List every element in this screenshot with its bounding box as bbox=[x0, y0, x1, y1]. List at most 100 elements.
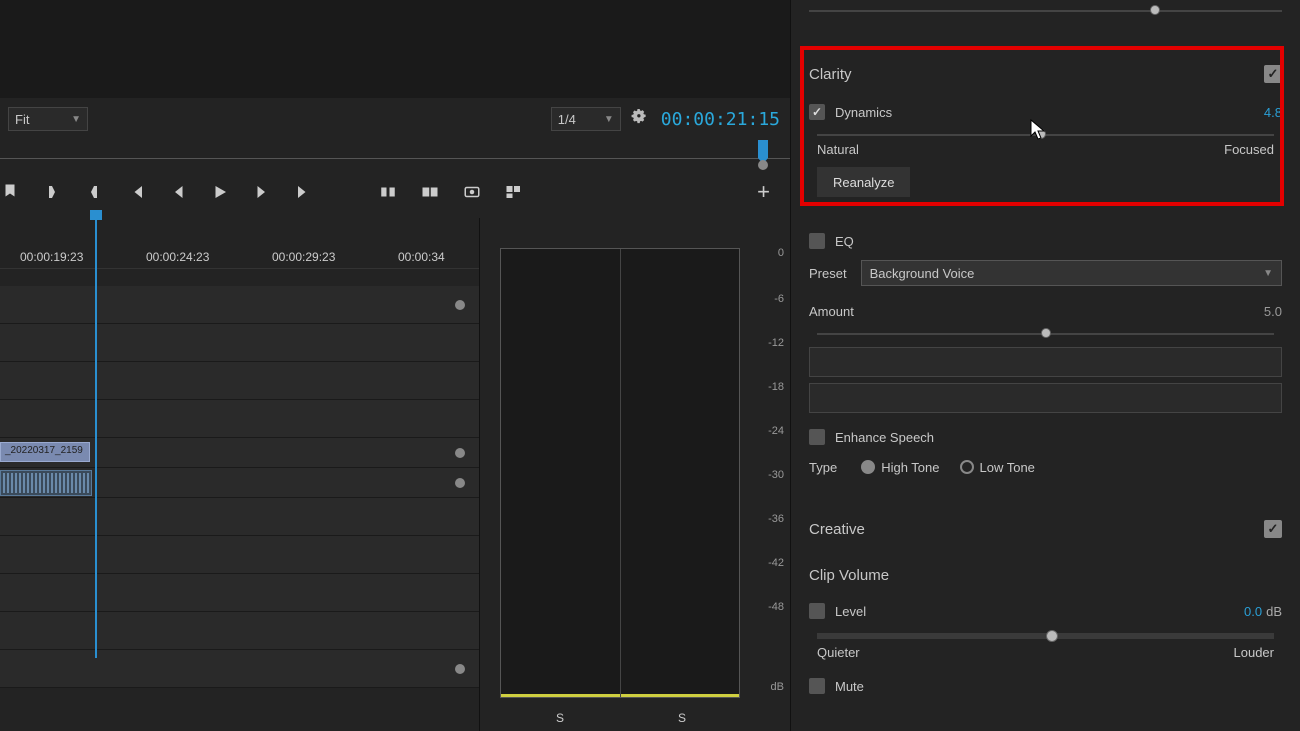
go-to-in-icon[interactable] bbox=[126, 182, 146, 202]
meter-scale-value: -24 bbox=[768, 426, 784, 437]
preview-controls: Fit ▼ 1/4 ▼ 00:00:21:15 bbox=[0, 98, 790, 140]
timecode[interactable]: 00:00:21:15 bbox=[661, 109, 780, 130]
dynamics-max-label: Focused bbox=[1224, 142, 1274, 157]
playhead-marker[interactable] bbox=[758, 140, 768, 158]
keyframe-handle[interactable] bbox=[455, 478, 465, 488]
eq-label: EQ bbox=[835, 234, 854, 249]
overwrite-icon[interactable] bbox=[420, 182, 440, 202]
insert-icon[interactable] bbox=[378, 182, 398, 202]
audio-track[interactable] bbox=[0, 498, 479, 536]
type-label: Type bbox=[809, 460, 837, 475]
audio-meter[interactable] bbox=[500, 248, 740, 698]
dynamics-value[interactable]: 4.8 bbox=[1264, 105, 1282, 120]
level-value[interactable]: 0.0 bbox=[1244, 604, 1262, 619]
video-track[interactable] bbox=[0, 362, 479, 400]
audio-track[interactable] bbox=[0, 536, 479, 574]
go-to-out-icon[interactable] bbox=[294, 182, 314, 202]
video-track[interactable]: _20220317_2159 bbox=[0, 438, 479, 468]
meter-scale-value: -36 bbox=[768, 514, 784, 525]
meter-scale-value: 0 bbox=[778, 248, 784, 259]
amount-value[interactable]: 5.0 bbox=[1264, 304, 1282, 319]
step-forward-icon[interactable] bbox=[252, 182, 272, 202]
enhance-speech-checkbox[interactable] bbox=[809, 429, 825, 445]
timeline-tracks: _20220317_2159 bbox=[0, 286, 479, 688]
export-frame-icon[interactable] bbox=[462, 182, 482, 202]
zoom-fit-dropdown[interactable]: Fit ▼ bbox=[8, 107, 88, 131]
video-track[interactable] bbox=[0, 286, 479, 324]
level-unit: dB bbox=[1266, 604, 1282, 619]
amount-slider[interactable] bbox=[817, 331, 1274, 337]
slider-thumb[interactable] bbox=[1036, 129, 1046, 139]
eq-display-box[interactable] bbox=[809, 383, 1282, 413]
level-min-label: Quieter bbox=[817, 645, 860, 660]
timeline-playhead[interactable] bbox=[95, 218, 97, 658]
meter-scale-value: -42 bbox=[768, 558, 784, 569]
slider-thumb[interactable] bbox=[1041, 328, 1051, 338]
keyframe-handle[interactable] bbox=[455, 300, 465, 310]
keyframe-handle[interactable] bbox=[455, 664, 465, 674]
audio-clip[interactable] bbox=[0, 470, 92, 496]
reanalyze-button[interactable]: Reanalyze bbox=[817, 167, 910, 197]
dynamics-checkbox[interactable] bbox=[809, 104, 825, 120]
ruler-end-handle[interactable] bbox=[758, 160, 768, 170]
video-track[interactable] bbox=[0, 400, 479, 438]
clarity-enable-checkbox[interactable] bbox=[1264, 65, 1282, 83]
clarity-title: Clarity bbox=[809, 66, 852, 83]
eq-checkbox[interactable] bbox=[809, 233, 825, 249]
eq-display-box[interactable] bbox=[809, 347, 1282, 377]
play-icon[interactable] bbox=[210, 182, 230, 202]
preset-dropdown[interactable]: Background Voice ▼ bbox=[861, 260, 1282, 286]
add-button-icon[interactable]: + bbox=[757, 179, 770, 205]
low-tone-label: Low Tone bbox=[980, 460, 1035, 475]
slider-thumb[interactable] bbox=[1150, 5, 1160, 15]
zoom-fit-label: Fit bbox=[15, 112, 29, 127]
step-back-icon[interactable] bbox=[168, 182, 188, 202]
audio-track[interactable] bbox=[0, 468, 479, 498]
mute-checkbox[interactable] bbox=[809, 678, 825, 694]
slider-thumb[interactable] bbox=[1046, 630, 1058, 642]
add-marker-icon[interactable] bbox=[0, 182, 20, 202]
keyframe-handle[interactable] bbox=[455, 448, 465, 458]
resolution-label: 1/4 bbox=[558, 112, 576, 127]
mark-in-icon[interactable] bbox=[42, 182, 62, 202]
audio-track[interactable] bbox=[0, 650, 479, 688]
high-tone-label: High Tone bbox=[881, 460, 939, 475]
high-tone-radio[interactable] bbox=[861, 460, 875, 474]
clip-volume-title: Clip Volume bbox=[809, 567, 889, 584]
solo-button[interactable]: S bbox=[678, 711, 686, 725]
settings-wrench-icon[interactable] bbox=[631, 109, 649, 130]
dynamics-slider[interactable] bbox=[817, 132, 1274, 138]
timeline-ruler[interactable]: 00:00:19:23 00:00:24:23 00:00:29:23 00:0… bbox=[0, 218, 479, 268]
timeline-time: 00:00:34 bbox=[398, 250, 445, 264]
preset-value: Background Voice bbox=[870, 266, 975, 281]
mute-label: Mute bbox=[835, 679, 864, 694]
resolution-dropdown[interactable]: 1/4 ▼ bbox=[551, 107, 621, 131]
level-label: Level bbox=[835, 604, 866, 619]
chevron-down-icon: ▼ bbox=[604, 114, 614, 125]
preset-label: Preset bbox=[809, 266, 847, 281]
comparison-view-icon[interactable] bbox=[504, 182, 524, 202]
timeline-time: 00:00:29:23 bbox=[272, 250, 335, 264]
low-tone-radio[interactable] bbox=[960, 460, 974, 474]
top-slider[interactable] bbox=[809, 8, 1282, 32]
meter-scale-value: -48 bbox=[768, 602, 784, 613]
audio-meters-panel: 0 -6 -12 -18 -24 -30 -36 -42 -48 dB S S bbox=[490, 218, 790, 731]
enhance-speech-label: Enhance Speech bbox=[835, 430, 934, 445]
audio-track[interactable] bbox=[0, 574, 479, 612]
mark-out-icon[interactable] bbox=[84, 182, 104, 202]
preview-area bbox=[0, 0, 790, 98]
video-clip[interactable]: _20220317_2159 bbox=[0, 442, 90, 462]
dynamics-min-label: Natural bbox=[817, 142, 859, 157]
meter-scale-value: -18 bbox=[768, 382, 784, 393]
amount-label: Amount bbox=[809, 304, 854, 319]
meter-scale-value: -6 bbox=[774, 294, 784, 305]
audio-track[interactable] bbox=[0, 612, 479, 650]
level-checkbox[interactable] bbox=[809, 603, 825, 619]
level-max-label: Louder bbox=[1234, 645, 1274, 660]
creative-enable-checkbox[interactable] bbox=[1264, 520, 1282, 538]
preview-ruler[interactable] bbox=[0, 140, 790, 166]
video-track[interactable] bbox=[0, 324, 479, 362]
meter-scale-value: -12 bbox=[768, 338, 784, 349]
level-slider[interactable] bbox=[817, 631, 1274, 641]
solo-button[interactable]: S bbox=[556, 711, 564, 725]
